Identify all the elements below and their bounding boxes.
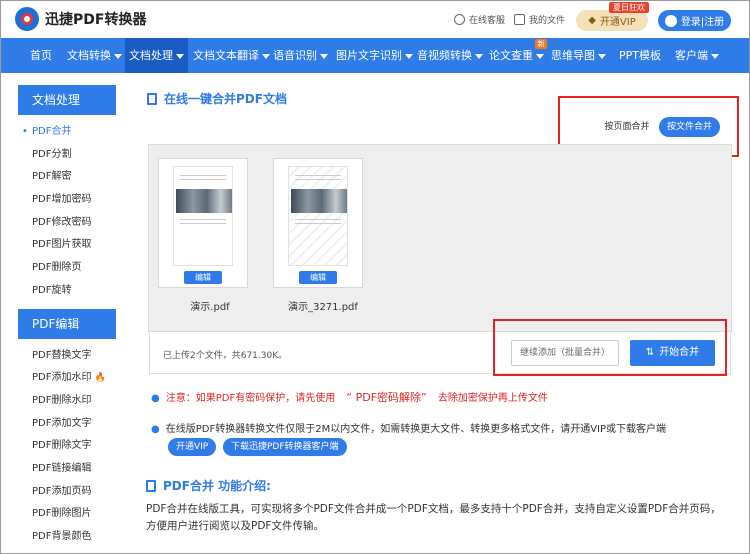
caret-down-icon [405, 53, 413, 59]
nav-mind-map[interactable]: 思维导图 [551, 38, 606, 73]
file-name: 演示_3271.pdf [288, 302, 358, 313]
sidebar-item-pdf-change-password[interactable]: PDF修改密码 [18, 212, 116, 235]
sidebar-item-pdf-decrypt[interactable]: PDF解密 [18, 166, 116, 189]
size-limit-note: ● 在线版PDF转换器转换文件仅限于2M以内文件，如需转换更大文件、转换更多格式文… [151, 424, 667, 435]
sidebar-item-pdf-remove-watermark[interactable]: PDF删除水印 [18, 390, 116, 413]
caret-down-icon [536, 53, 544, 59]
file-card[interactable]: 编辑 [158, 158, 248, 288]
caret-down-icon [711, 53, 719, 59]
sidebar: 文档处理 PDF合并 PDF分割 PDF解密 PDF增加密码 PDF修改密码 P… [18, 85, 116, 549]
nav-ppt-template[interactable]: PPT模板 [619, 38, 661, 73]
edit-button[interactable]: 编辑 [184, 271, 222, 284]
sidebar-group-doc-process: 文档处理 [18, 85, 116, 115]
caret-down-icon [176, 53, 184, 59]
sidebar-item-pdf-add-text[interactable]: PDF添加文字 [18, 413, 116, 436]
pdf-password-remove-link[interactable]: “ PDF密码解除” [346, 391, 426, 404]
document-icon [147, 92, 157, 105]
fire-icon: 🔥 [94, 373, 106, 384]
sidebar-item-pdf-delete-images[interactable]: PDF删除图片 [18, 503, 116, 526]
sidebar-item-pdf-rotate[interactable]: PDF旋转 [18, 280, 116, 303]
sidebar-item-pdf-delete-pages[interactable]: PDF删除页 [18, 257, 116, 280]
nav-home[interactable]: 首页 [30, 38, 52, 73]
upload-status-text: 已上传2个文件，共671.30K。 [163, 351, 288, 361]
sidebar-item-pdf-add-page-number[interactable]: PDF添加页码 [18, 481, 116, 504]
summer-sale-badge: 夏日狂欢 [609, 2, 649, 13]
sidebar-item-pdf-extract-images[interactable]: PDF图片获取 [18, 234, 116, 257]
intro-title: PDF合并 功能介绍: [146, 477, 271, 494]
headset-icon [454, 14, 465, 25]
sidebar-item-pdf-delete-text[interactable]: PDF删除文字 [18, 435, 116, 458]
intro-text: PDF合并在线版工具，可实现将多个PDF文件合并成一个PDF文档，最多支持十个P… [146, 503, 721, 532]
pdf-thumbnail [288, 166, 348, 266]
login-register-button[interactable]: 登录|注册 [658, 10, 731, 31]
continue-add-button[interactable]: 继续添加（批量合并） [511, 340, 619, 366]
document-icon [146, 479, 156, 492]
my-files-link[interactable]: 我的文件 [514, 13, 565, 26]
open-vip-small-button[interactable]: 开通VIP [168, 438, 217, 456]
nav-speech-recognition[interactable]: 语音识别 [273, 38, 328, 73]
file-card[interactable]: 编辑 [273, 158, 363, 288]
download-client-button[interactable]: 下载迅捷PDF转换器客户端 [223, 438, 347, 456]
sidebar-item-pdf-replace-text[interactable]: PDF替换文字 [18, 345, 116, 368]
caret-down-icon [262, 53, 270, 59]
top-header: 迅捷PDF转换器 在线客服 我的文件 ◆ 开通VIP 夏日狂欢 登录|注册 [1, 1, 749, 38]
diamond-icon: ◆ [588, 15, 596, 26]
sidebar-item-pdf-add-watermark[interactable]: PDF添加水印 🔥 [18, 367, 116, 390]
sidebar-item-pdf-split[interactable]: PDF分割 [18, 144, 116, 167]
sidebar-item-pdf-link-edit[interactable]: PDF链接编辑 [18, 458, 116, 481]
merge-by-file-button[interactable]: 按文件合并 [659, 117, 720, 137]
sidebar-item-pdf-background-color[interactable]: PDF背景颜色 [18, 526, 116, 549]
logo-text: 迅捷PDF转换器 [45, 12, 147, 28]
main-nav: 首页 文档转换 文档处理 文档文本翻译 语音识别 图片文字识别 音视频转换 论文… [1, 38, 749, 73]
page-title: 在线一键合并PDF文档 [147, 90, 287, 107]
logo-icon [15, 7, 39, 31]
sidebar-item-pdf-merge[interactable]: PDF合并 [18, 121, 116, 144]
file-icon [514, 14, 525, 25]
nav-image-ocr[interactable]: 图片文字识别 [336, 38, 413, 73]
start-merge-button[interactable]: ⇅ 开始合并 [630, 340, 715, 366]
nav-doc-translate[interactable]: 文档文本翻译 [193, 38, 270, 73]
caret-down-icon [114, 53, 122, 59]
swap-icon: ⇅ [645, 347, 655, 358]
pdf-thumbnail [173, 166, 233, 266]
caret-down-icon [598, 53, 606, 59]
logo[interactable]: 迅捷PDF转换器 [15, 7, 146, 31]
edit-button[interactable]: 编辑 [299, 271, 337, 284]
user-icon [664, 14, 677, 27]
caret-down-icon [475, 53, 483, 59]
caret-down-icon [320, 53, 328, 59]
file-name: 演示.pdf [190, 302, 230, 313]
bullet-icon: ● [151, 424, 160, 435]
bullet-icon: ● [151, 393, 160, 404]
password-note: ● 注意：如果PDF有密码保护，请先使用 “ PDF密码解除” 去除加密保护再上传… [151, 391, 548, 404]
nav-doc-process[interactable]: 文档处理 [125, 38, 188, 73]
sidebar-group-pdf-edit: PDF编辑 [18, 308, 116, 339]
open-vip-button[interactable]: ◆ 开通VIP [576, 10, 648, 31]
nav-client[interactable]: 客户端 [675, 38, 719, 73]
nav-doc-convert[interactable]: 文档转换 [67, 38, 122, 73]
nav-av-convert[interactable]: 音视频转换 [417, 38, 483, 73]
sidebar-item-pdf-add-password[interactable]: PDF增加密码 [18, 189, 116, 212]
new-badge: 新 [535, 39, 547, 49]
online-service-link[interactable]: 在线客服 [454, 13, 505, 26]
merge-by-page-button[interactable]: 按页面合并 [601, 117, 653, 137]
